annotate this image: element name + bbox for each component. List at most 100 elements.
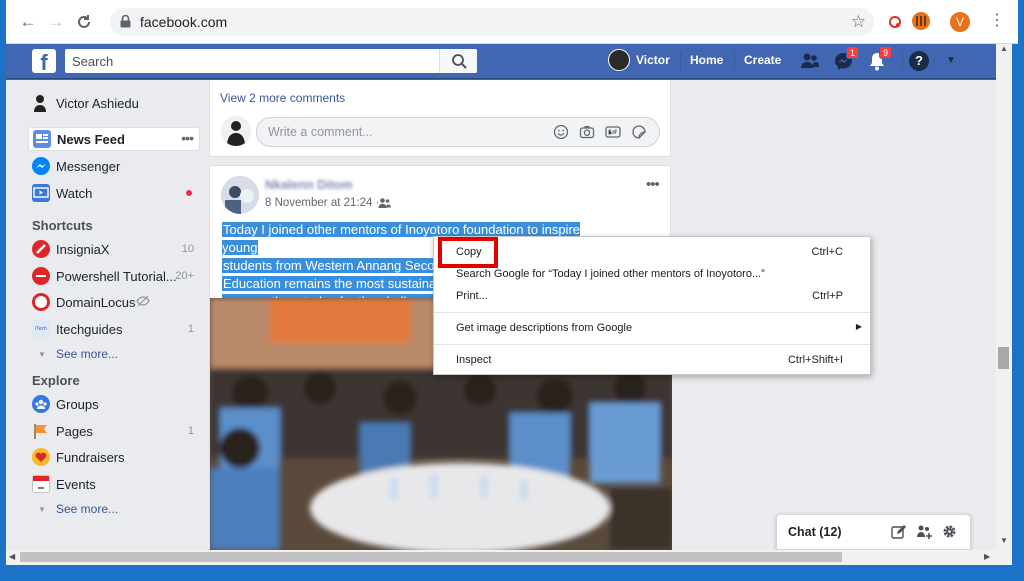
post-options-icon[interactable]: •••: [646, 176, 660, 193]
more-options-icon[interactable]: •••: [181, 130, 194, 146]
forward-arrow-icon[interactable]: →: [46, 12, 66, 32]
divider: [680, 52, 681, 70]
sidebar-item-domainlocus[interactable]: DomainLocus: [28, 290, 200, 314]
chat-bar[interactable]: Chat (12): [776, 514, 971, 550]
sidebar-item-messenger[interactable]: Messenger: [28, 154, 200, 178]
context-menu-shortcut: Ctrl+P: [812, 290, 843, 302]
post-timestamp[interactable]: 8 November at 21:24 ·: [265, 197, 379, 209]
sidebar-item-news-feed[interactable]: News Feed •••: [28, 127, 200, 151]
domainlocus-icon: [32, 293, 50, 311]
lock-icon[interactable]: [120, 15, 131, 28]
events-calendar-icon: [32, 475, 50, 493]
context-menu-inspect[interactable]: Inspect Ctrl+Shift+I: [434, 349, 870, 371]
see-more-shortcuts-link[interactable]: See more...: [56, 347, 118, 361]
user-avatar-icon[interactable]: [32, 94, 48, 112]
context-menu-label: Print...: [456, 290, 488, 302]
search-button[interactable]: [439, 49, 477, 73]
sidebar-profile-name[interactable]: Victor Ashiedu: [56, 96, 139, 111]
itechguides-icon: iTech: [32, 320, 50, 338]
author-avatar[interactable]: [221, 176, 259, 214]
notification-dot: [186, 190, 192, 196]
sidebar-item-count: 20+: [175, 270, 194, 282]
extension-icon[interactable]: [886, 13, 904, 31]
sidebar-item-label: Groups: [56, 397, 99, 412]
extension-icon-2[interactable]: [912, 12, 930, 30]
sidebar-item-label: Fundraisers: [56, 450, 125, 465]
scroll-up-arrow-icon[interactable]: ▲: [1000, 44, 1008, 53]
scroll-right-arrow-icon[interactable]: ▶: [984, 552, 990, 561]
vertical-scrollbar[interactable]: ▲ ▼: [996, 44, 1012, 550]
powershell-icon: [32, 267, 50, 285]
profile-avatar[interactable]: V: [950, 12, 970, 32]
sidebar-item-label: Powershell Tutorial...: [56, 269, 177, 284]
commenter-avatar[interactable]: [221, 116, 251, 146]
sidebar-item-events[interactable]: Events: [28, 472, 200, 496]
help-icon[interactable]: ?: [909, 51, 929, 71]
sidebar-item-label: Events: [56, 477, 96, 492]
sidebar-item-count: 10: [181, 243, 194, 255]
sticker-icon[interactable]: [631, 124, 647, 140]
gif-icon[interactable]: [605, 124, 621, 140]
explore-heading: Explore: [32, 373, 80, 388]
insigniax-icon: [32, 240, 50, 258]
notifications-badge: 9: [879, 46, 893, 59]
audience-friends-icon[interactable]: [378, 197, 391, 209]
camera-icon[interactable]: [579, 124, 595, 140]
sidebar-item-label: InsigniaX: [56, 242, 110, 257]
view-more-comments-link[interactable]: View 2 more comments: [220, 91, 345, 105]
home-link[interactable]: Home: [690, 53, 723, 67]
emoji-icon[interactable]: [553, 124, 569, 140]
post-author-name[interactable]: Nkalenn Ditom: [265, 178, 353, 192]
search-input[interactable]: [65, 49, 439, 73]
context-menu-copy[interactable]: Copy Ctrl+C: [434, 241, 870, 263]
sidebar-item-count: 1: [187, 425, 194, 437]
divider: [734, 52, 735, 70]
messenger-badge: 1: [846, 46, 860, 59]
friend-requests-icon[interactable]: [800, 52, 820, 70]
account-menu-caret-icon[interactable]: ▼: [946, 55, 956, 66]
scroll-left-arrow-icon[interactable]: ◀: [9, 552, 15, 561]
sidebar-item-fundraisers[interactable]: Fundraisers: [28, 445, 200, 469]
post-text-line: students from Western Annang Seco: [222, 258, 436, 273]
context-menu: Copy Ctrl+C Search Google for “Today I j…: [433, 236, 871, 375]
sidebar-item-groups[interactable]: Groups: [28, 392, 200, 416]
sidebar-item-pages[interactable]: Pages 1: [28, 419, 200, 443]
create-group-icon[interactable]: [916, 524, 933, 540]
vertical-scrollbar-thumb[interactable]: [998, 347, 1009, 369]
scroll-down-arrow-icon[interactable]: ▼: [1000, 536, 1008, 545]
url-text: facebook.com: [140, 14, 228, 30]
browser-menu-icon[interactable]: ⋮: [989, 12, 1005, 30]
see-more-explore-link[interactable]: See more...: [56, 502, 118, 516]
back-arrow-icon[interactable]: ←: [18, 12, 38, 32]
reload-icon[interactable]: [74, 12, 94, 32]
context-menu-image-descriptions[interactable]: Get image descriptions from Google ▶: [434, 317, 870, 339]
sidebar-item-itechguides[interactable]: iTech Itechguides 1: [28, 317, 200, 341]
copy-highlight-box: [438, 237, 498, 268]
chat-settings-gear-icon[interactable]: [941, 523, 958, 540]
bookmark-star-icon[interactable]: ☆: [851, 12, 866, 32]
profile-avatar-icon[interactable]: [608, 49, 630, 71]
context-menu-print[interactable]: Print... Ctrl+P: [434, 285, 870, 307]
muted-eye-icon: [136, 294, 150, 308]
new-message-icon[interactable]: [891, 524, 907, 540]
chevron-down-icon: ▼: [38, 505, 46, 514]
horizontal-scrollbar-thumb[interactable]: [20, 552, 842, 562]
watch-icon: [32, 184, 50, 202]
sidebar-item-insigniax[interactable]: InsigniaX 10: [28, 237, 200, 261]
post-text-line: Education remains the most sustaina: [222, 276, 438, 291]
create-link[interactable]: Create: [744, 53, 781, 67]
context-menu-divider: [434, 312, 870, 313]
search-icon: [452, 54, 467, 69]
comment-input[interactable]: [257, 118, 547, 146]
context-menu-search-google[interactable]: Search Google for “Today I joined other …: [434, 263, 870, 285]
profile-link[interactable]: Victor: [636, 53, 670, 67]
facebook-logo[interactable]: f: [32, 49, 56, 73]
facebook-header: f Victor Home Create 1 9 ? ▼: [6, 44, 996, 79]
address-bar[interactable]: facebook.com ☆: [110, 8, 874, 36]
submenu-arrow-icon: ▶: [855, 322, 862, 331]
messenger-icon: [32, 157, 50, 175]
sidebar-item-watch[interactable]: Watch: [28, 181, 200, 205]
comment-box: [256, 117, 660, 147]
sidebar-item-powershell-tutorial[interactable]: Powershell Tutorial... 20+: [28, 264, 200, 288]
pages-flag-icon: [32, 422, 50, 440]
